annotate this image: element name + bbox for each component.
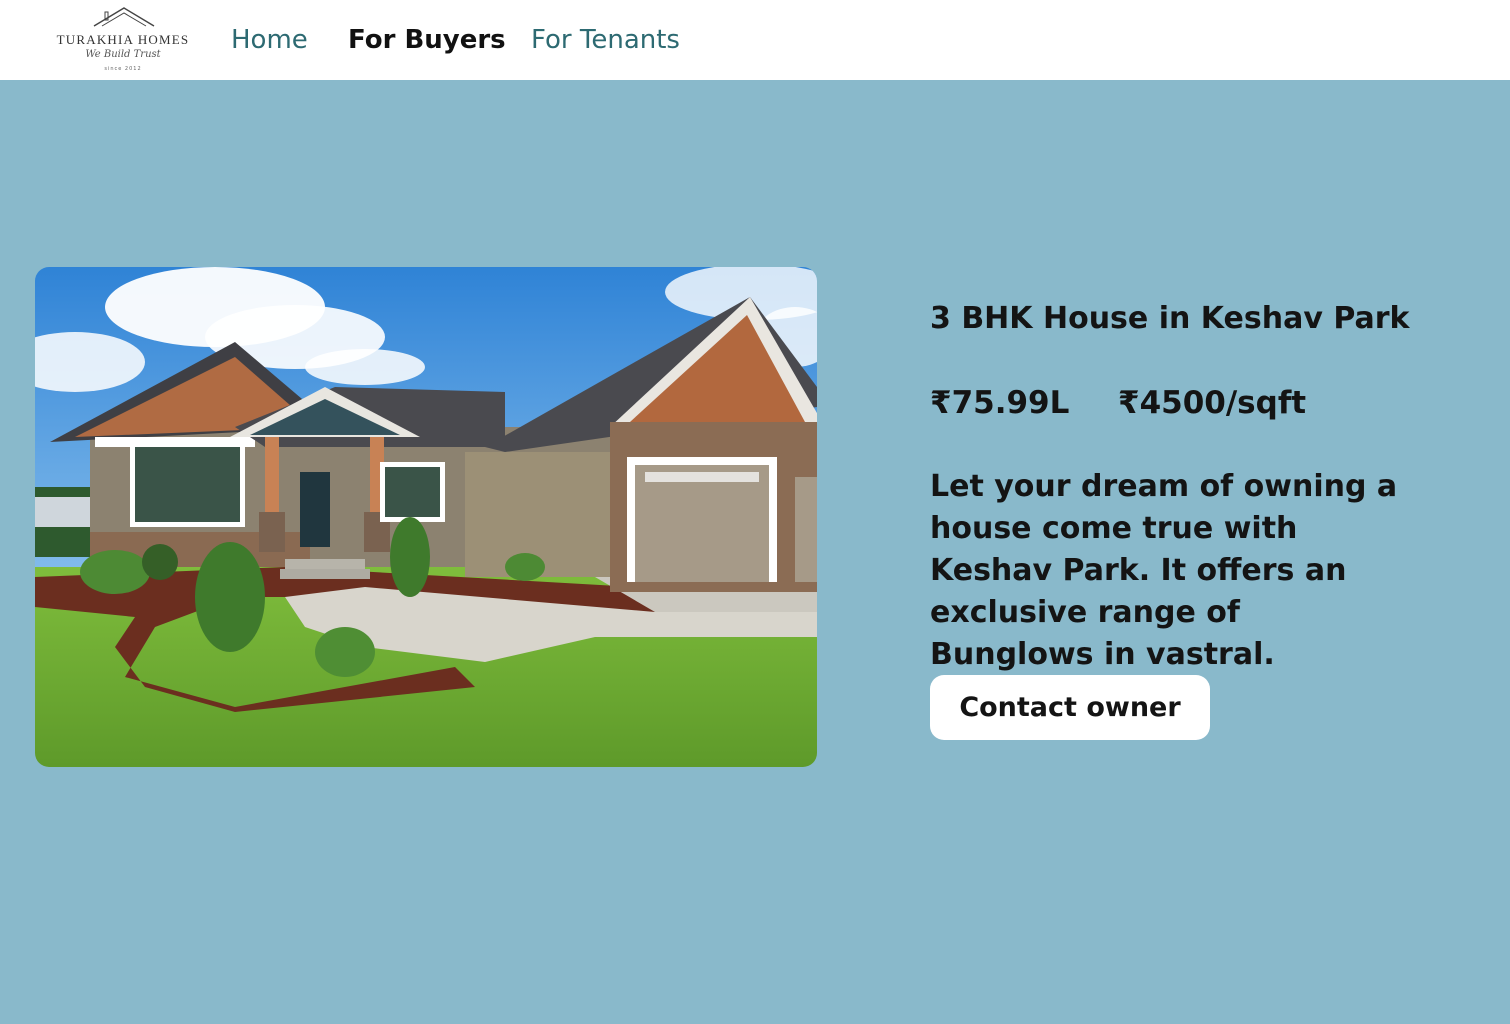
logo-since-text: since 2012: [104, 66, 142, 72]
listing-price-per-sqft: ₹4500/sqft: [1118, 385, 1307, 421]
nav-link-for-buyers[interactable]: For Buyers: [348, 22, 506, 58]
contact-owner-button[interactable]: Contact owner: [930, 675, 1210, 740]
listing-price: ₹75.99L: [930, 385, 1070, 421]
top-navbar: TURAKHIA HOMES We Build Trust since 2012…: [0, 0, 1510, 80]
listing-title: 3 BHK House in Keshav Park: [930, 301, 1410, 336]
nav-link-for-tenants[interactable]: For Tenants: [531, 22, 680, 58]
turakhia-homes-logo[interactable]: TURAKHIA HOMES We Build Trust since 2012: [50, 4, 196, 76]
house-roof-icon: [93, 7, 155, 27]
nav-link-home[interactable]: Home: [231, 22, 308, 58]
logo-brand-name: TURAKHIA HOMES: [56, 32, 190, 47]
property-photo: [35, 267, 817, 767]
logo-tagline: We Build Trust: [85, 49, 161, 60]
listing-description: Let your dream of owning a house come tr…: [930, 469, 1398, 672]
